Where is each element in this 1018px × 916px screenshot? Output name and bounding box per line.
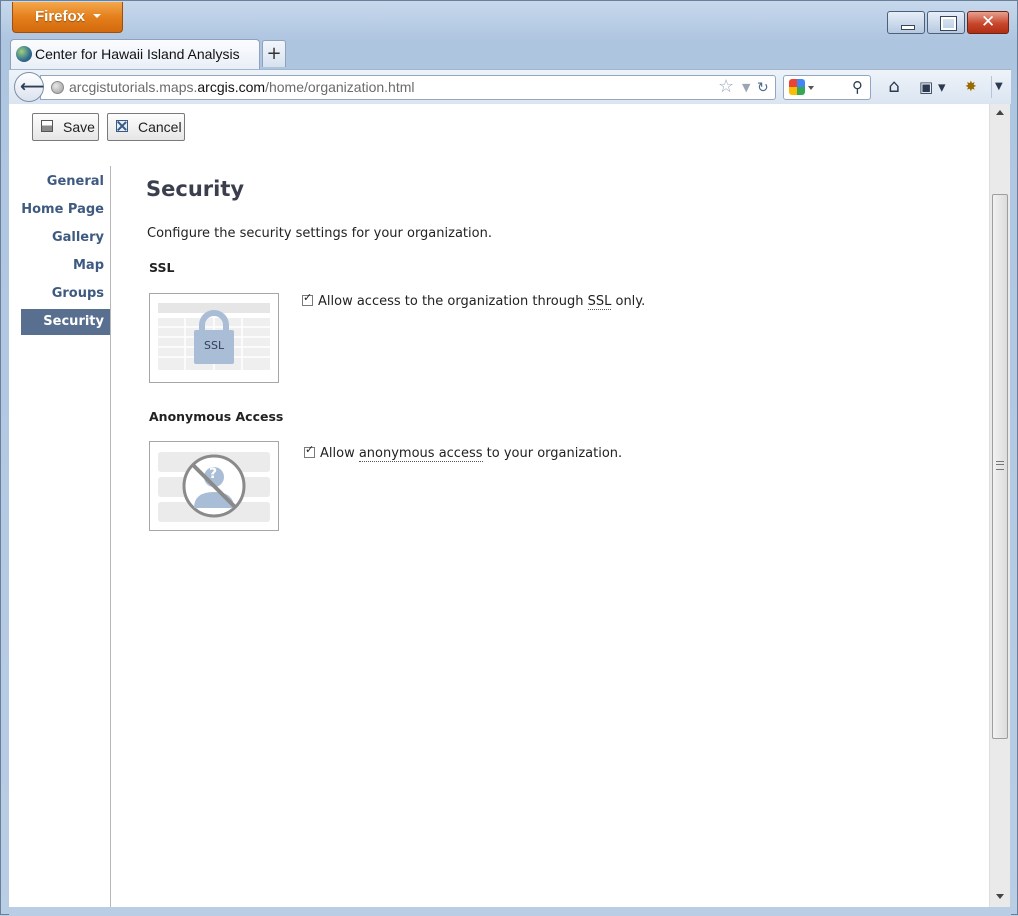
browser-window: Firefox ✕ Center for Hawaii Island Analy… xyxy=(0,0,1018,916)
search-engine-dropdown-icon[interactable] xyxy=(808,86,814,90)
plus-icon: + xyxy=(266,43,282,64)
anonymous-text-after: to your organization. xyxy=(482,446,623,461)
cancel-x-icon xyxy=(116,120,128,132)
save-button[interactable]: Save xyxy=(32,113,99,141)
back-arrow-icon: ⟵ xyxy=(20,77,45,97)
toolbar-overflow-button[interactable]: ▼ xyxy=(991,76,1009,98)
globe-favicon-icon xyxy=(16,46,32,62)
extension-icon: ✸ xyxy=(965,79,977,95)
bookmark-star-icon[interactable]: ☆ xyxy=(718,77,734,97)
ssl-term-link[interactable]: SSL xyxy=(587,294,612,310)
bookmarks-menu-button[interactable]: ▣ ▾ xyxy=(919,76,951,98)
ssl-text-after: only. xyxy=(611,294,646,309)
bookmarks-menu-icon: ▣ ▾ xyxy=(919,78,946,96)
firefox-menu-button[interactable]: Firefox xyxy=(12,2,123,33)
address-bar[interactable]: arcgistutorials.maps.arcgis.com/home/org… xyxy=(40,75,776,100)
search-box[interactable]: ⚲ xyxy=(783,75,871,100)
anonymous-checkbox-row[interactable]: ✓ Allow anonymous access to your organiza… xyxy=(304,443,623,462)
browser-tab-active[interactable]: Center for Hawaii Island Analysis xyxy=(10,39,260,69)
url-prefix: arcgistutorials.maps. xyxy=(69,79,198,95)
reload-icon[interactable]: ↻ xyxy=(757,78,769,98)
firefox-menu-label: Firefox xyxy=(35,8,86,25)
anonymous-user-icon xyxy=(158,452,270,522)
back-button[interactable]: ⟵ xyxy=(14,72,44,102)
chevron-down-icon xyxy=(93,14,101,18)
anonymous-text-before: Allow xyxy=(320,446,359,461)
home-icon: ⌂ xyxy=(888,76,900,97)
floppy-disk-icon xyxy=(41,120,53,132)
ssl-thumb-label: SSL xyxy=(204,339,225,352)
history-dropdown-icon[interactable]: ▼ xyxy=(742,78,750,98)
url-path: /home/organization.html xyxy=(265,79,415,95)
minimize-icon xyxy=(901,25,915,30)
settings-sidebar: General Home Page Gallery Map Groups Sec… xyxy=(21,166,111,907)
checkmark-icon: ✓ xyxy=(305,443,315,456)
cancel-button-label: Cancel xyxy=(138,119,182,135)
sidebar-item-gallery[interactable]: Gallery xyxy=(21,225,110,251)
site-identity-icon[interactable] xyxy=(51,81,64,94)
anonymous-section-title: Anonymous Access xyxy=(149,409,284,424)
sidebar-item-general[interactable]: General xyxy=(21,169,110,195)
cancel-button[interactable]: Cancel xyxy=(107,113,185,141)
maximize-icon xyxy=(940,16,957,31)
anonymous-checkbox[interactable]: ✓ xyxy=(304,443,315,458)
scroll-up-arrow-icon[interactable] xyxy=(996,110,1004,115)
close-icon: ✕ xyxy=(981,12,996,32)
ssl-checkbox[interactable]: ✓ xyxy=(302,291,313,306)
ssl-text-before: Allow access to the organization through xyxy=(318,294,588,309)
url-text[interactable]: arcgistutorials.maps.arcgis.com/home/org… xyxy=(69,79,415,95)
grip-icon xyxy=(996,461,1004,470)
home-button[interactable]: ⌂ xyxy=(883,76,905,98)
page-intro: Configure the security settings for your… xyxy=(147,226,492,241)
search-magnifier-icon[interactable]: ⚲ xyxy=(852,77,863,97)
chevron-down-icon: ▼ xyxy=(995,81,1003,92)
ssl-section-title: SSL xyxy=(149,260,175,275)
page-title: Security xyxy=(146,177,245,201)
close-window-button[interactable]: ✕ xyxy=(967,11,1009,34)
url-domain: arcgis.com xyxy=(197,79,266,95)
page-content: Save Cancel General Home Page Gallery Ma… xyxy=(9,104,989,907)
ssl-lock-icon xyxy=(158,303,270,370)
scrollbar-thumb[interactable] xyxy=(992,194,1008,739)
minimize-button[interactable] xyxy=(887,11,925,34)
google-search-icon[interactable] xyxy=(789,79,805,95)
sidebar-item-map[interactable]: Map xyxy=(21,253,110,279)
sidebar-item-home-page[interactable]: Home Page xyxy=(21,197,110,223)
scroll-down-arrow-icon[interactable] xyxy=(996,894,1004,899)
anonymous-thumb-label: ? xyxy=(209,466,218,482)
vertical-scrollbar[interactable] xyxy=(989,104,1010,907)
sidebar-item-security[interactable]: Security xyxy=(21,309,110,335)
anonymous-illustration: ? xyxy=(149,441,279,531)
checkmark-icon: ✓ xyxy=(303,291,313,304)
ssl-checkbox-row[interactable]: ✓ Allow access to the organization throug… xyxy=(302,291,646,310)
sidebar-item-groups[interactable]: Groups xyxy=(21,281,110,307)
new-tab-button[interactable]: + xyxy=(262,40,286,67)
extension-button[interactable]: ✸ xyxy=(965,76,987,98)
anonymous-term-link[interactable]: anonymous access xyxy=(358,446,483,462)
ssl-illustration: SSL xyxy=(149,293,279,383)
save-button-label: Save xyxy=(63,119,95,135)
maximize-button[interactable] xyxy=(927,11,965,34)
tab-title: Center for Hawaii Island Analysis xyxy=(35,46,240,62)
